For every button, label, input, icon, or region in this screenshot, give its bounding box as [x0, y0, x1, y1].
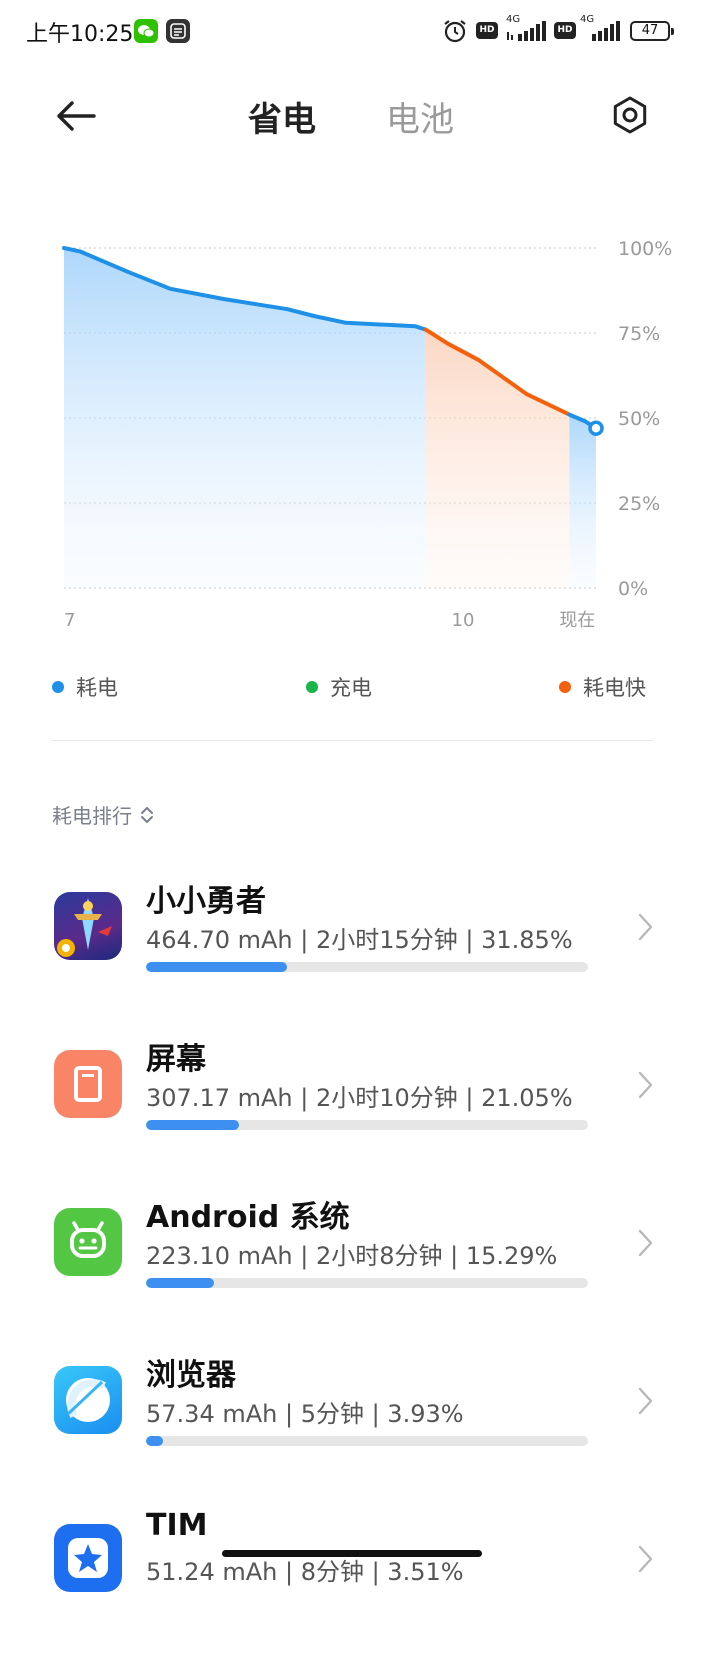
- chevron-right-icon: [638, 1545, 653, 1573]
- x-tick-label: 现在: [559, 610, 595, 631]
- series-area: [425, 329, 570, 588]
- app-name: Android 系统: [146, 1200, 350, 1235]
- usage-progress-bar: [146, 1436, 588, 1446]
- battery-level-chart: 100% 75% 50% 25% 0% 7 10 现在: [62, 238, 672, 631]
- y-tick-label: 50%: [618, 408, 660, 430]
- y-tick-label: 100%: [618, 238, 672, 260]
- app-row-browser[interactable]: 浏览器 57.34 mAh | 5分钟 | 3.93%: [0, 1358, 720, 1496]
- home-indicator[interactable]: [222, 1550, 482, 1557]
- browser-icon: [54, 1366, 122, 1434]
- battery-icon: 47: [630, 21, 674, 41]
- app-notification-icon: [166, 19, 190, 43]
- app-name: 浏览器: [146, 1358, 236, 1393]
- android-icon: [54, 1208, 122, 1276]
- y-tick-label: 75%: [618, 323, 660, 345]
- app-row-tim[interactable]: TIM 51.24 mAh | 8分钟 | 3.51%: [0, 1508, 720, 1654]
- usage-progress-fill: [146, 1120, 240, 1130]
- legend-charge-dot: [306, 681, 318, 693]
- app-row-little-hero[interactable]: 小小勇者 464.70 mAh | 2小时15分钟 | 31.85%: [0, 884, 720, 1022]
- app-usage-stats: 57.34 mAh | 5分钟 | 3.93%: [146, 1400, 464, 1428]
- legend-fast-drain-label: 耗电快: [583, 676, 646, 700]
- app-name: 小小勇者: [146, 884, 266, 919]
- wechat-icon: [134, 19, 158, 43]
- sort-toggle-icon: [141, 806, 153, 823]
- usage-progress-bar: [146, 1120, 588, 1130]
- settings-icon[interactable]: [610, 95, 650, 135]
- y-tick-label: 25%: [618, 493, 660, 515]
- status-bar: 上午10:25 HD 4G HD 4G 47: [0, 0, 720, 64]
- status-time: 上午10:25: [26, 22, 134, 47]
- app-name: TIM: [146, 1508, 208, 1543]
- legend-charge: 充电: [306, 672, 372, 702]
- legend-consume-dot: [52, 681, 64, 693]
- series-area: [569, 414, 596, 588]
- x-tick-label: 10: [452, 610, 475, 631]
- signal-icon: [507, 21, 546, 41]
- legend-consume-label: 耗电: [76, 676, 118, 700]
- chevron-right-icon: [638, 1071, 653, 1099]
- legend-charge-label: 充电: [330, 676, 372, 700]
- usage-progress-fill: [146, 1278, 214, 1288]
- series-area: [64, 248, 426, 588]
- usage-progress-bar: [146, 962, 588, 972]
- game-icon: [54, 892, 122, 960]
- tab-power-saving[interactable]: 省电: [248, 92, 316, 141]
- current-level-marker: [588, 420, 604, 436]
- legend-fast-drain-dot: [559, 681, 571, 693]
- back-arrow-icon[interactable]: [54, 96, 98, 136]
- screen-icon: [54, 1050, 122, 1118]
- app-usage-stats: 51.24 mAh | 8分钟 | 3.51%: [146, 1558, 464, 1586]
- legend-fast-drain: 耗电快: [559, 672, 646, 702]
- app-row-screen[interactable]: 屏幕 307.17 mAh | 2小时10分钟 | 21.05%: [0, 1042, 720, 1180]
- app-name: 屏幕: [146, 1042, 206, 1077]
- chevron-right-icon: [638, 1387, 653, 1415]
- hd-badge-1: HD: [476, 22, 498, 39]
- app-usage-stats: 464.70 mAh | 2小时15分钟 | 31.85%: [146, 926, 573, 954]
- app-row-android-system[interactable]: Android 系统 223.10 mAh | 2小时8分钟 | 15.29%: [0, 1200, 720, 1338]
- tab-battery[interactable]: 电池: [386, 92, 454, 141]
- x-tick-label: 7: [64, 610, 75, 631]
- hd-badge-2: HD: [554, 22, 576, 39]
- app-usage-stats: 307.17 mAh | 2小时10分钟 | 21.05%: [146, 1084, 573, 1112]
- ranking-sort-toggle[interactable]: 耗电排行: [52, 800, 154, 829]
- ranking-title: 耗电排行: [52, 804, 132, 828]
- divider: [52, 740, 654, 741]
- usage-progress-fill: [146, 1436, 164, 1446]
- signal-icon-2: [592, 21, 620, 41]
- app-usage-stats: 223.10 mAh | 2小时8分钟 | 15.29%: [146, 1242, 558, 1270]
- alarm-icon: [444, 20, 466, 43]
- usage-progress-bar: [146, 1278, 588, 1288]
- chevron-right-icon: [638, 1229, 653, 1257]
- legend-consume: 耗电: [52, 672, 118, 702]
- y-tick-label: 0%: [618, 578, 648, 600]
- usage-progress-fill: [146, 962, 287, 972]
- chevron-right-icon: [638, 913, 653, 941]
- tim-icon: [54, 1524, 122, 1592]
